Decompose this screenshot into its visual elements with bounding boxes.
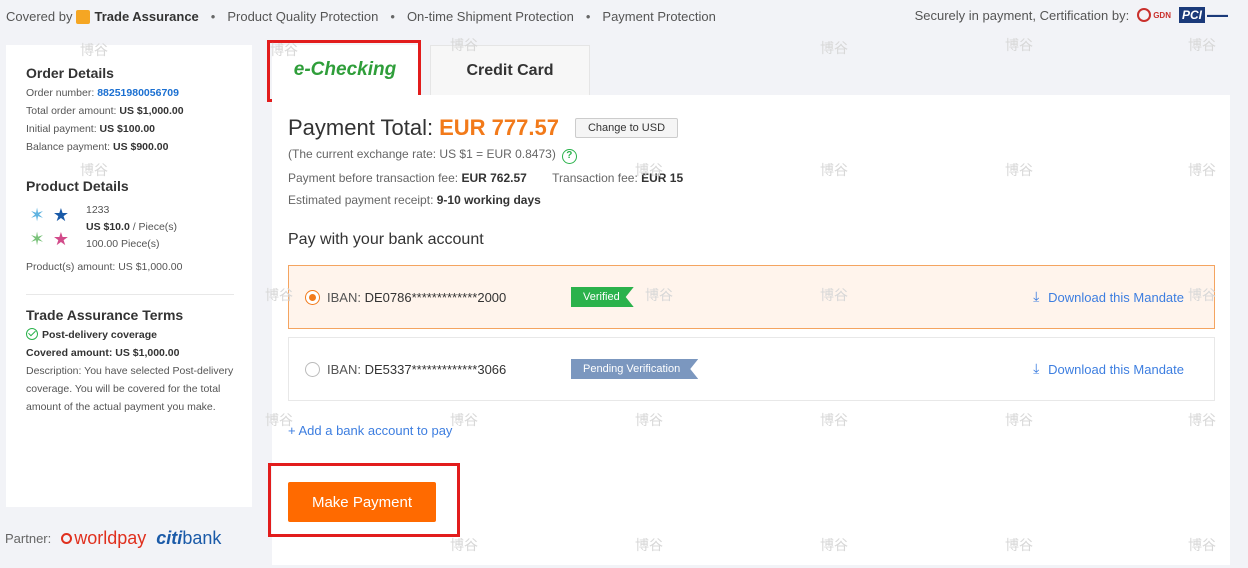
order-summary-sidebar: Order Details Order number: 882519800567… <box>6 45 252 507</box>
initial-payment-row: Initial payment: US $100.00 <box>26 123 156 135</box>
bullet-icon: • <box>390 8 395 24</box>
highlight-box-payment <box>268 463 460 537</box>
add-bank-account-link[interactable]: + Add a bank account to pay <box>288 423 452 438</box>
pay-with-heading: Pay with your bank account <box>288 231 484 248</box>
radio-unselected[interactable] <box>305 361 320 377</box>
partner-label: Partner: <box>5 531 52 546</box>
tab-credit-card[interactable]: Credit Card <box>430 45 590 95</box>
fee-row: Payment before transaction fee: EUR 762.… <box>288 171 684 185</box>
balance-payment-row: Balance payment: US $900.00 <box>26 141 169 153</box>
coverage-description: Description: You have selected Post-deli… <box>26 365 234 413</box>
exchange-rate-row: (The current exchange rate: US $1 = EUR … <box>288 147 577 164</box>
download-icon <box>1033 288 1045 305</box>
bullet-icon: • <box>210 8 216 24</box>
coverage-row: Post-delivery coverage <box>26 326 234 344</box>
worldpay-logo: worldpay <box>61 528 146 549</box>
payment-total-label: Payment Total: <box>288 115 434 140</box>
radio-selected[interactable] <box>305 289 320 305</box>
protection-shipment: On-time Shipment Protection <box>406 8 574 24</box>
product-quantity: 100.00 Piece(s) <box>86 238 160 250</box>
status-badge: Verified <box>571 287 634 307</box>
product-thumbnail[interactable]: ✶ ★ ✶ ★ <box>26 202 78 254</box>
divider <box>26 294 234 295</box>
download-mandate-link[interactable]: Download this Mandate <box>1033 360 1184 377</box>
partner-logos: Partner: worldpay citibank <box>5 528 221 549</box>
product-name: 1233 <box>86 204 110 216</box>
protection-payment: Payment Protection <box>602 8 716 24</box>
bank-account-option[interactable]: IBAN: DE0786*************2000 Verified D… <box>288 265 1215 329</box>
security-certifications: Securely in payment, Certification by: G… <box>915 7 1228 23</box>
covered-by-label: Covered by <box>6 8 73 24</box>
gdn-mark-icon <box>1137 8 1152 22</box>
citibank-logo: citibank <box>156 528 222 548</box>
check-circle-icon <box>26 328 38 340</box>
product-amount-row: Product(s) amount: US $1,000.00 <box>26 261 183 273</box>
receipt-row: Estimated payment receipt: 9-10 working … <box>288 193 541 207</box>
download-mandate-link[interactable]: Download this Mandate <box>1033 288 1184 305</box>
status-badge: Pending Verification <box>571 359 698 379</box>
protection-quality: Product Quality Protection <box>227 8 379 24</box>
bullet-icon: • <box>585 8 591 24</box>
help-icon[interactable]: ? <box>561 149 577 164</box>
pci-cert-logo: PCI ▬▬▬ <box>1178 7 1228 23</box>
iban-text: IBAN: DE0786*************2000 <box>327 289 507 305</box>
product-info: 1233 US $10.0 / Piece(s) 100.00 Piece(s) <box>86 202 177 254</box>
change-currency-button[interactable]: Change to USD <box>574 118 679 138</box>
trade-assurance-terms-title: Trade Assurance Terms <box>26 307 184 323</box>
order-details-title: Order Details <box>26 65 114 81</box>
bank-account-option[interactable]: IBAN: DE5337*************3066 Pending Ve… <box>288 337 1215 401</box>
download-icon <box>1033 360 1045 377</box>
product-row: ✶ ★ ✶ ★ 1233 US $10.0 / Piece(s) 100.00 … <box>26 202 234 254</box>
watermark: 博谷 <box>820 40 848 56</box>
iban-text: IBAN: DE5337*************3066 <box>327 361 507 377</box>
total-amount-row: Total order amount: US $1,000.00 <box>26 105 184 117</box>
payment-total-amount: EUR 777.57 <box>439 115 559 140</box>
order-number-row: Order number: 88251980056709 <box>26 87 179 99</box>
worldpay-ring-icon <box>61 533 73 544</box>
gdn-cert-logo: GDN <box>1137 8 1171 22</box>
top-bar: Covered by Trade Assurance • Product Qua… <box>0 0 1248 32</box>
watermark: 博谷 <box>1005 37 1033 53</box>
secure-text: Securely in payment, Certification by: <box>914 7 1130 23</box>
covered-amount-row: Covered amount: US $1,000.00 <box>26 347 180 359</box>
trade-assurance-label: Trade Assurance <box>94 8 199 24</box>
highlight-box-tab <box>267 40 421 102</box>
watermark: 博谷 <box>1188 37 1216 53</box>
payment-total-row: Payment Total: EUR 777.57 Change to USD <box>288 115 679 141</box>
order-number-link[interactable]: 88251980056709 <box>97 87 179 99</box>
trade-assurance-icon <box>76 10 91 24</box>
product-price: US $10.0 / Piece(s) <box>86 221 178 233</box>
product-details-title: Product Details <box>26 178 129 194</box>
